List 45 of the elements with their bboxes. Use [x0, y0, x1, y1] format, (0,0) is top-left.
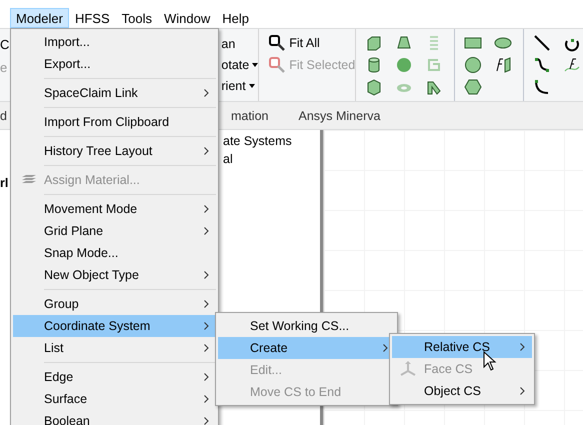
ribbon-tab[interactable]: d	[0, 108, 7, 122]
ribbon-label: e	[0, 60, 8, 75]
circle-icon[interactable]	[463, 55, 484, 75]
menu-item[interactable]: Import...	[13, 31, 216, 53]
layers-icon	[20, 174, 38, 186]
menu-item[interactable]: Import From Clipboard	[13, 111, 216, 133]
tree-item[interactable]: al	[220, 152, 320, 166]
menu-bar-item[interactable]: Window	[158, 8, 216, 28]
zoom-icon	[269, 57, 286, 73]
menu-item[interactable]: Coordinate System	[13, 315, 216, 337]
dropdown-caret-icon	[252, 62, 258, 66]
menu-item[interactable]: Surface	[13, 388, 216, 410]
menu-item[interactable]: Boolean	[13, 410, 216, 425]
menu-item[interactable]: Edge	[13, 366, 216, 388]
zoom-icon	[269, 35, 286, 51]
ribbon-button[interactable]: otate	[221, 57, 258, 72]
menu-bar-item[interactable]: HFSS	[68, 8, 116, 28]
tree-item[interactable]: ate Systems	[220, 134, 320, 148]
tree-label: rl	[0, 176, 8, 190]
ribbon-button[interactable]: an	[221, 36, 258, 51]
fit-button[interactable]: Fit All	[269, 35, 320, 51]
ribbon-tab[interactable]: mation	[230, 108, 268, 122]
menu-item[interactable]: List	[13, 337, 216, 359]
line-icon[interactable]	[532, 33, 552, 53]
menu-item[interactable]: Export...	[13, 53, 216, 75]
menu-item[interactable]: Movement Mode	[13, 198, 216, 220]
dropdown-caret-icon	[248, 84, 255, 88]
menu-item[interactable]: Group	[13, 293, 216, 315]
menu-item[interactable]: SpaceClaim Link	[13, 82, 216, 104]
menu-item[interactable]: Object CS	[392, 380, 532, 402]
menu-item[interactable]: History Tree Layout	[13, 140, 216, 162]
menu-bar-item[interactable]: Help	[216, 8, 255, 28]
menu-item[interactable]: Relative CS	[392, 336, 532, 358]
axes-icon	[399, 361, 417, 377]
menu-item[interactable]: Grid Plane	[13, 220, 216, 242]
ribbon-tab[interactable]: Ansys Minerva	[298, 108, 380, 122]
mouse-pointer-icon	[483, 351, 497, 371]
menu-item[interactable]: Set Working CS...	[218, 315, 395, 337]
hexagon-icon[interactable]	[463, 77, 484, 97]
menu-bar-item[interactable]: Modeler	[10, 8, 69, 28]
menu-item[interactable]: Snap Mode...	[13, 242, 216, 264]
ribbon-label: C	[0, 37, 10, 52]
menu-bar-item[interactable]: Tools	[116, 8, 158, 28]
ribbon-button[interactable]: rient	[221, 78, 258, 93]
menu-item[interactable]: New Object Type	[13, 264, 216, 286]
